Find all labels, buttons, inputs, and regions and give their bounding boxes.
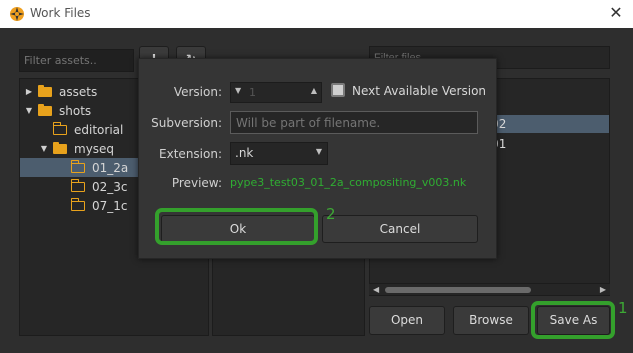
extension-value: .nk [235,146,254,160]
scrollbar-thumb[interactable] [385,287,531,293]
cancel-button[interactable]: Cancel [322,215,478,243]
tree-item-label: shots [59,103,92,118]
version-spinbox[interactable]: ▼ 1 ▲ [230,82,322,103]
extension-label: Extension: [159,147,222,161]
callout-number: 1 [618,299,628,317]
open-button[interactable]: Open [369,306,445,335]
window-title: Work Files [30,6,91,20]
version-label: Version: [173,85,222,99]
browse-button[interactable]: Browse [453,306,529,335]
folder-outline-icon [70,160,85,173]
folder-icon [38,84,52,97]
next-available-checkbox[interactable] [331,83,345,97]
horizontal-scrollbar[interactable]: ◀ ▶ [369,283,610,295]
subversion-input[interactable] [230,111,478,134]
spin-up-icon[interactable]: ▲ [311,86,317,95]
chevron-down-icon[interactable]: ▼ [24,106,34,115]
nuke-logo-icon [10,7,24,21]
chevron-down-icon[interactable]: ▼ [39,144,49,153]
ok-highlight [155,208,318,245]
tree-item-label: assets [59,84,98,99]
callout-number: 2 [326,205,336,223]
close-icon[interactable]: ✕ [607,4,625,22]
folder-icon [53,141,67,154]
version-value: 1 [249,86,256,99]
title-bar: Work Files ✕ [0,0,633,28]
scroll-left-icon[interactable]: ◀ [373,284,379,296]
chevron-down-icon[interactable]: ▼ [316,147,322,156]
chevron-right-icon[interactable]: ▶ [24,87,34,96]
preview-label: Preview: [171,176,222,190]
save-as-highlight [531,301,615,339]
tree-item-label: editorial [74,122,124,137]
tree-item-label: 01_2a [92,160,129,175]
tree-item-label: 02_3c [92,179,128,194]
folder-outline-icon [70,179,85,192]
filter-assets-input[interactable] [19,49,134,72]
folder-outline-icon [70,198,85,211]
spin-down-icon[interactable]: ▼ [235,86,241,95]
next-available-label[interactable]: Next Available Version [352,84,486,98]
subversion-label: Subversion: [151,116,222,130]
scroll-right-icon[interactable]: ▶ [600,284,606,296]
folder-outline-icon [52,122,67,135]
folder-icon [38,103,52,116]
extension-select[interactable]: .nk ▼ [230,142,328,165]
preview-filename: pype3_test03_01_2a_compositing_v003.nk [230,176,467,189]
tree-item-label: myseq [74,141,115,156]
tree-item-label: 07_1c [92,198,128,213]
